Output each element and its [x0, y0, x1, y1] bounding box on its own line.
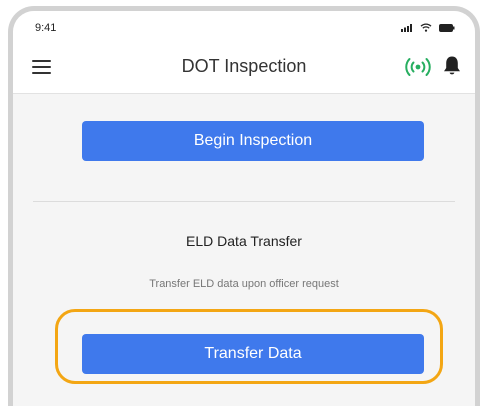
- begin-inspection-button[interactable]: Begin Inspection: [82, 121, 424, 161]
- status-time: 9:41: [35, 22, 57, 34]
- signal-broadcast-icon[interactable]: [403, 57, 433, 77]
- screen: 9:41 DOT Inspection Begin Inspection ELD…: [0, 0, 496, 406]
- eld-section-title: ELD Data Transfer: [186, 233, 302, 249]
- divider: [33, 201, 455, 202]
- phone-frame: 9:41 DOT Inspection Begin Inspection ELD…: [8, 6, 480, 406]
- transfer-data-button[interactable]: Transfer Data: [82, 334, 424, 374]
- app-header: DOT Inspection: [13, 41, 475, 94]
- cellular-signal-icon: [401, 23, 412, 32]
- wifi-icon: [420, 23, 432, 32]
- battery-icon: [439, 23, 455, 32]
- main-content: Begin Inspection ELD Data Transfer Trans…: [13, 94, 475, 406]
- bell-icon[interactable]: [442, 55, 462, 77]
- status-bar: 9:41: [13, 11, 475, 41]
- status-icons: [401, 23, 455, 32]
- eld-section-description: Transfer ELD data upon officer request: [149, 278, 339, 290]
